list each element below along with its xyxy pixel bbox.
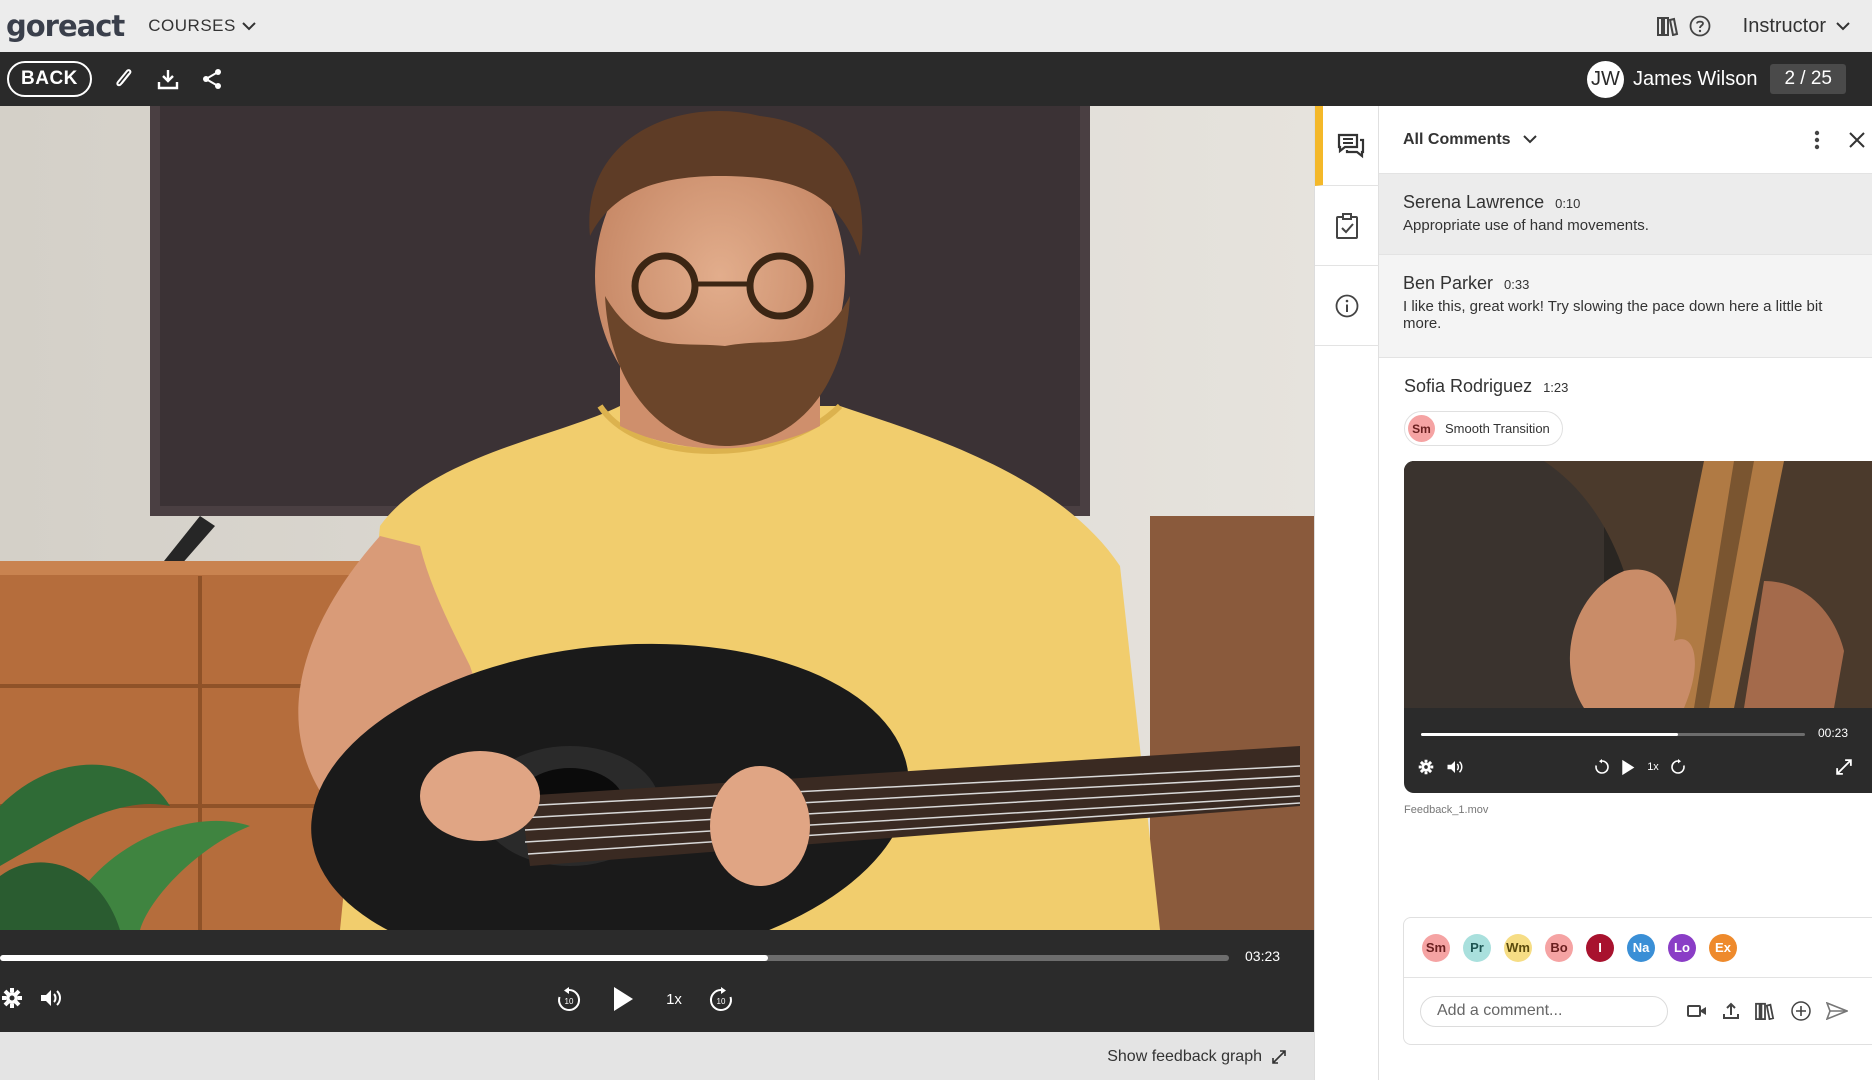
main-video[interactable] — [0, 106, 1314, 930]
close-icon[interactable] — [1848, 131, 1872, 149]
video-progress-fill — [0, 955, 769, 961]
skip-forward-10-icon[interactable]: 10 — [708, 987, 734, 1013]
side-rail — [1314, 106, 1379, 1080]
courses-label: COURSES — [148, 16, 236, 35]
attachment-file-name[interactable]: Feedback_1.mov — [1404, 804, 1872, 816]
expand-icon — [1272, 1050, 1286, 1064]
tab-rubric[interactable] — [1315, 186, 1379, 266]
share-icon[interactable] — [200, 67, 224, 91]
comment-item[interactable]: Ben Parker 0:33 I like this, great work!… — [1379, 255, 1872, 358]
playback-speed[interactable]: 1x — [1644, 758, 1662, 776]
video-camera-icon[interactable] — [1686, 1000, 1708, 1022]
help-icon[interactable] — [1687, 13, 1713, 39]
settings-icon[interactable] — [1416, 757, 1436, 777]
toolbar: BACK JW James Wilson 2 / 25 — [0, 52, 1872, 106]
panel-title: All Comments — [1403, 130, 1511, 148]
comments-panel: All Comments Serena Lawrence 0:10 Approp… — [1379, 106, 1872, 1080]
download-icon[interactable] — [156, 67, 180, 91]
marker-chip-bo[interactable]: Bo — [1545, 933, 1573, 962]
marker-tag: Sm Smooth Transition — [1404, 411, 1563, 446]
feedback-video-player[interactable]: 00:23 1x — [1404, 461, 1872, 793]
below-video-bar: Show feedback graph — [0, 1032, 1314, 1080]
feedback-video-frame — [1404, 461, 1872, 708]
volume-icon[interactable] — [38, 986, 64, 1010]
marker-chips: Sm Pr Wm Bo I Na Lo Ex — [1404, 918, 1872, 978]
comment-author: Ben Parker — [1403, 273, 1494, 293]
top-nav: goreact COURSES Instructor — [0, 0, 1872, 52]
video-frame — [0, 106, 1314, 930]
plus-icon[interactable] — [1790, 1000, 1812, 1022]
rubric-icon — [1336, 212, 1358, 239]
comment-text: I like this, great work! Try slowing the… — [1403, 298, 1823, 332]
fullscreen-icon[interactable] — [1834, 757, 1854, 777]
comments-icon — [1337, 133, 1365, 158]
marker-chip-na[interactable]: Na — [1627, 933, 1655, 962]
marker-chip: Sm — [1408, 415, 1435, 442]
submission-counter: 2 / 25 — [1770, 64, 1846, 94]
video-controls: 03:23 10 1x 10 — [0, 930, 1314, 1032]
tab-comments[interactable] — [1315, 106, 1379, 186]
marker-chip-lo[interactable]: Lo — [1668, 933, 1696, 962]
skip-back-10-icon[interactable]: 10 — [556, 987, 582, 1013]
feedback-graph-label: Show feedback graph — [1107, 1048, 1262, 1065]
comment-item[interactable]: Serena Lawrence 0:10 Appropriate use of … — [1379, 174, 1872, 255]
back-button[interactable]: BACK — [7, 61, 92, 97]
video-duration: 03:23 — [1245, 948, 1281, 964]
playback-speed[interactable]: 1x — [662, 988, 686, 1010]
marker-chip-wm[interactable]: Wm — [1504, 933, 1532, 962]
feedback-progress-bar[interactable] — [1421, 733, 1805, 736]
goreact-logo[interactable]: goreact — [6, 9, 125, 43]
marker-chip-sm[interactable]: Sm — [1422, 933, 1450, 962]
feedback-progress-fill — [1421, 733, 1679, 736]
chevron-down-icon — [1836, 22, 1850, 31]
feedback-graph-toggle[interactable]: Show feedback graph — [1107, 1048, 1286, 1066]
volume-icon[interactable] — [1444, 757, 1466, 777]
play-button[interactable] — [610, 984, 636, 1014]
upload-icon[interactable] — [1720, 1000, 1742, 1022]
avatar[interactable]: JW — [1586, 60, 1624, 98]
role-label: Instructor — [1742, 14, 1826, 37]
chevron-down-icon — [1522, 135, 1537, 144]
marker-chip-i[interactable]: I — [1586, 933, 1614, 962]
library-icon[interactable] — [1754, 1000, 1776, 1022]
comment-composer: Sm Pr Wm Bo I Na Lo Ex — [1403, 917, 1872, 1045]
panel-header: All Comments — [1379, 106, 1872, 174]
paperclip-icon[interactable] — [112, 67, 136, 91]
send-icon[interactable] — [1826, 1000, 1848, 1022]
tab-info[interactable] — [1315, 266, 1379, 346]
comment-text: Appropriate use of hand movements. — [1403, 217, 1649, 234]
chevron-down-icon — [242, 22, 256, 31]
comment-item[interactable]: Sofia Rodriguez 1:23 Sm Smooth Transitio… — [1379, 358, 1872, 816]
settings-icon[interactable] — [0, 986, 24, 1010]
svg-text:10: 10 — [717, 997, 726, 1006]
user-name: James Wilson — [1632, 67, 1758, 90]
forward-icon[interactable] — [1668, 757, 1688, 777]
comment-timestamp[interactable]: 0:10 — [1555, 196, 1580, 211]
marker-chip-ex[interactable]: Ex — [1709, 933, 1737, 962]
info-icon — [1335, 294, 1359, 317]
comment-author: Sofia Rodriguez — [1404, 376, 1533, 396]
marker-label: Smooth Transition — [1445, 421, 1550, 436]
comment-author: Serena Lawrence — [1403, 192, 1545, 212]
marker-chip-pr[interactable]: Pr — [1463, 933, 1491, 962]
svg-text:10: 10 — [565, 997, 574, 1006]
library-icon[interactable] — [1655, 13, 1681, 39]
more-options-icon[interactable] — [1814, 130, 1820, 150]
comment-input[interactable] — [1420, 995, 1668, 1027]
courses-menu[interactable]: COURSES — [148, 16, 256, 36]
comment-timestamp[interactable]: 0:33 — [1504, 277, 1529, 292]
role-menu[interactable]: Instructor — [1743, 15, 1850, 38]
feedback-video-time: 00:23 — [1818, 726, 1849, 740]
comment-timestamp[interactable]: 1:23 — [1543, 380, 1568, 395]
rewind-icon[interactable] — [1592, 757, 1612, 777]
video-progress-bar[interactable] — [0, 955, 1229, 961]
play-button[interactable] — [1618, 756, 1638, 778]
comments-filter-dropdown[interactable]: All Comments — [1403, 131, 1537, 149]
